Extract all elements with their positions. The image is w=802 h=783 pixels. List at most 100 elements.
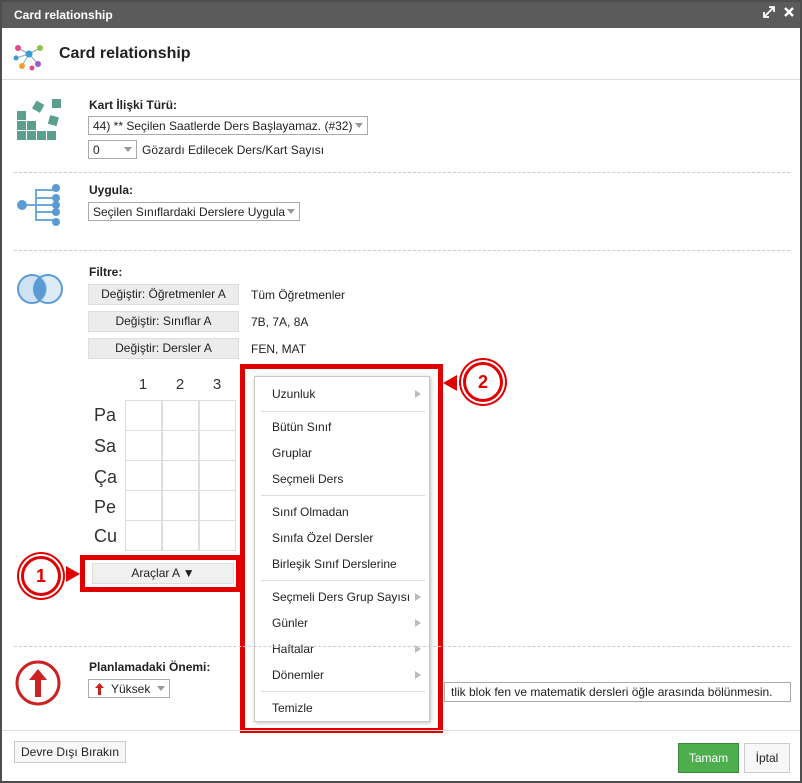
- menu-item-groups[interactable]: Gruplar: [255, 441, 431, 465]
- chevron-down-icon: [157, 686, 165, 691]
- change-subjects-button[interactable]: Değiştir: Dersler A: [88, 338, 239, 359]
- filter-label: Filtre:: [89, 265, 123, 279]
- grid-cell[interactable]: [199, 460, 236, 491]
- disable-button[interactable]: Devre Dışı Bırakın: [14, 741, 127, 763]
- ok-button[interactable]: Tamam: [678, 743, 739, 773]
- close-icon[interactable]: [781, 6, 797, 22]
- menu-item-label: Haftalar: [272, 642, 315, 656]
- grid-column-header: 1: [138, 376, 148, 393]
- submenu-arrow-icon: [415, 619, 421, 627]
- divider: [14, 250, 790, 251]
- card-type-label: Kart İlişki Türü:: [89, 98, 178, 112]
- classes-value: 7B, 7A, 8A: [251, 315, 309, 329]
- ignore-count-label: Gözardı Edilecek Ders/Kart Sayısı: [142, 143, 325, 157]
- grid-row-label: Pe: [94, 497, 117, 517]
- menu-divider: [261, 580, 425, 581]
- grid-cell[interactable]: [162, 430, 199, 461]
- submenu-arrow-icon: [415, 593, 421, 601]
- note-input[interactable]: tlik blok fen ve matematik dersleri öğle…: [444, 682, 791, 702]
- arrow-up-circle-icon: [14, 659, 62, 710]
- change-teachers-button[interactable]: Değiştir: Öğretmenler A: [88, 284, 239, 305]
- menu-divider: [261, 691, 425, 692]
- submenu-arrow-icon: [415, 671, 421, 679]
- blocks-icon: [16, 98, 64, 147]
- grid-column-header: 2: [175, 376, 185, 393]
- grid-cell[interactable]: [162, 460, 199, 491]
- menu-item-label: Bütün Sınıf: [272, 420, 332, 434]
- ignore-count-select[interactable]: 0: [88, 140, 137, 159]
- chevron-down-icon: [355, 123, 363, 128]
- divider: [14, 646, 790, 647]
- callout-box-1: [80, 555, 241, 592]
- menu-item-weeks[interactable]: Haftalar: [255, 637, 431, 661]
- titlebar[interactable]: Card relationship: [2, 2, 800, 28]
- importance-label: Planlamadaki Önemi:: [89, 660, 211, 674]
- grid-cell[interactable]: [199, 400, 236, 431]
- ignore-count-value: 0: [93, 143, 100, 157]
- menu-item-whole-class[interactable]: Bütün Sınıf: [255, 415, 431, 439]
- card-type-value: 44) ** Seçilen Saatlerde Ders Başlayamaz…: [93, 119, 353, 133]
- grid-row-label: Sa: [94, 436, 117, 456]
- callout-pointer-1: [66, 566, 80, 582]
- menu-item-joined-class[interactable]: Birleşik Sınıf Derslerine: [255, 552, 431, 576]
- chevron-down-icon: [124, 147, 132, 152]
- window-title: Card relationship: [14, 8, 113, 22]
- menu-item-label: Gruplar: [272, 446, 313, 460]
- menu-item-terms[interactable]: Dönemler: [255, 663, 431, 687]
- grid-cell[interactable]: [125, 460, 162, 491]
- tree-branch-icon: [14, 182, 66, 231]
- change-classes-button[interactable]: Değiştir: Sınıflar A: [88, 311, 239, 332]
- tools-context-menu: Uzunluk Bütün Sınıf Gruplar Seçmeli Ders…: [254, 376, 430, 722]
- resize-arrows-icon[interactable]: [761, 6, 777, 22]
- menu-item-days[interactable]: Günler: [255, 611, 431, 635]
- grid-cell[interactable]: [125, 400, 162, 431]
- menu-item-label: Seçmeli Ders: [272, 472, 344, 486]
- submenu-arrow-icon: [415, 390, 421, 398]
- menu-item-class-specific[interactable]: Sınıfa Özel Dersler: [255, 526, 431, 550]
- apply-label: Uygula:: [89, 183, 134, 197]
- menu-item-label: Uzunluk: [272, 387, 316, 401]
- cancel-button[interactable]: İptal: [744, 743, 790, 773]
- grid-cell[interactable]: [162, 520, 199, 551]
- grid-cell[interactable]: [199, 520, 236, 551]
- callout-pointer-2: [443, 375, 457, 391]
- menu-item-clear[interactable]: Temizle: [255, 696, 431, 720]
- menu-item-label: Birleşik Sınıf Derslerine: [272, 557, 397, 571]
- dialog-window: Card relationship Card relationship Kart…: [0, 0, 802, 783]
- grid-cell[interactable]: [162, 490, 199, 521]
- menu-divider: [261, 411, 425, 412]
- card-type-select[interactable]: 44) ** Seçilen Saatlerde Ders Başlayamaz…: [88, 116, 368, 135]
- menu-item-label: Temizle: [272, 701, 313, 715]
- grid-cell[interactable]: [162, 400, 199, 431]
- callout-badge-1: 1: [21, 556, 61, 596]
- grid-cell[interactable]: [125, 430, 162, 461]
- importance-select[interactable]: Yüksek: [88, 679, 170, 698]
- dialog-header: Card relationship: [2, 28, 800, 80]
- menu-item-without-class[interactable]: Sınıf Olmadan: [255, 500, 431, 524]
- subjects-value: FEN, MAT: [251, 342, 307, 356]
- menu-item-label: Seçmeli Ders Grup Sayısı: [272, 590, 411, 604]
- grid-cell[interactable]: [199, 490, 236, 521]
- grid-cell[interactable]: [199, 430, 236, 461]
- grid-row-label: Ça: [94, 467, 118, 487]
- menu-item-elective[interactable]: Seçmeli Ders: [255, 467, 431, 491]
- arrow-up-icon: [95, 683, 104, 697]
- menu-item-length[interactable]: Uzunluk: [255, 382, 431, 406]
- page-title: Card relationship: [59, 45, 191, 62]
- chevron-down-icon: [287, 209, 295, 214]
- callout-badge-2: 2: [463, 362, 503, 402]
- apply-select[interactable]: Seçilen Sınıflardaki Derslere Uygula: [88, 202, 300, 221]
- menu-item-label: Günler: [272, 616, 309, 630]
- importance-value: Yüksek: [111, 682, 151, 696]
- relationship-network-icon: [12, 40, 46, 77]
- menu-item-elective-group-count[interactable]: Seçmeli Ders Grup Sayısı: [255, 585, 431, 609]
- teachers-value: Tüm Öğretmenler: [251, 288, 346, 302]
- grid-cell[interactable]: [125, 490, 162, 521]
- menu-item-label: Sınıfa Özel Dersler: [272, 531, 374, 545]
- grid-row-label: Pa: [94, 405, 117, 425]
- menu-item-label: Sınıf Olmadan: [272, 505, 349, 519]
- divider: [14, 172, 790, 173]
- grid-cell[interactable]: [125, 520, 162, 551]
- venn-diagram-icon: [14, 273, 66, 308]
- apply-value: Seçilen Sınıflardaki Derslere Uygula: [93, 205, 286, 219]
